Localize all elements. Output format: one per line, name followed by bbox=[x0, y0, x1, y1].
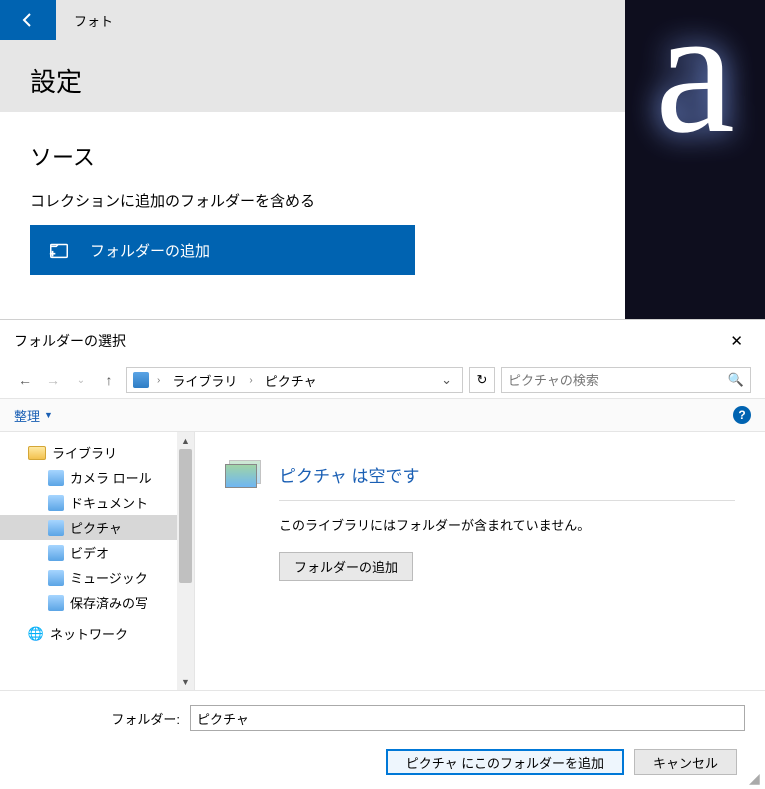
tree-item[interactable]: カメラ ロール bbox=[0, 465, 177, 490]
folder-name-row: フォルダー: bbox=[20, 705, 745, 731]
tree-label: ドキュメント bbox=[70, 493, 148, 512]
search-box[interactable]: 🔍 bbox=[501, 367, 751, 393]
tree-item-network[interactable]: 🌐 ネットワーク bbox=[0, 621, 177, 646]
search-input[interactable] bbox=[508, 373, 728, 388]
breadcrumb-item-root[interactable]: ライブラリ bbox=[168, 368, 241, 393]
desktop-background-fragment: a bbox=[625, 0, 765, 319]
tree-scrollbar[interactable]: ▲ ▼ bbox=[177, 432, 194, 690]
nav-up-button[interactable]: ↑ bbox=[98, 369, 120, 391]
select-folder-button[interactable]: ピクチャ にこのフォルダーを追加 bbox=[386, 749, 624, 775]
libraries-icon bbox=[28, 446, 46, 460]
tree-item[interactable]: ピクチャ bbox=[0, 515, 177, 540]
dialog-title: フォルダーの選択 bbox=[14, 331, 722, 351]
nav-forward-button[interactable]: → bbox=[42, 369, 64, 391]
content-pane: ピクチャ は空です このライブラリにはフォルダーが含まれていません。 フォルダー… bbox=[195, 432, 765, 690]
network-icon: 🌐 bbox=[28, 626, 44, 642]
decorative-glyph: a bbox=[655, 0, 735, 152]
add-folder-label: フォルダーの追加 bbox=[90, 240, 210, 261]
dialog-titlebar: フォルダーの選択 ✕ bbox=[0, 320, 765, 362]
divider bbox=[279, 500, 735, 501]
folder-plus-icon bbox=[48, 239, 70, 261]
pictures-icon bbox=[225, 460, 261, 488]
folder-picker-dialog: フォルダーの選択 ✕ ← → ⌄ ↑ › ライブラリ › ピクチャ ⌄ ↻ 🔍 … bbox=[0, 319, 765, 789]
arrow-left-icon bbox=[20, 12, 36, 28]
organize-menu[interactable]: 整理 ▼ bbox=[14, 406, 53, 425]
scroll-track[interactable] bbox=[177, 449, 194, 673]
dialog-buttons: ピクチャ にこのフォルダーを追加 キャンセル bbox=[20, 749, 745, 775]
dialog-navbar: ← → ⌄ ↑ › ライブラリ › ピクチャ ⌄ ↻ 🔍 bbox=[0, 362, 765, 398]
empty-title: ピクチャ は空です bbox=[279, 462, 420, 487]
help-button[interactable]: ? bbox=[733, 406, 751, 424]
cancel-button[interactable]: キャンセル bbox=[634, 749, 737, 775]
tree-label: ピクチャ bbox=[70, 518, 122, 537]
folder-name-input[interactable] bbox=[190, 705, 745, 731]
back-button[interactable] bbox=[0, 0, 56, 40]
library-icon bbox=[133, 372, 149, 388]
resize-grip[interactable]: ◢ bbox=[749, 773, 763, 787]
breadcrumb-dropdown[interactable]: ⌄ bbox=[437, 372, 456, 388]
tree-label: ビデオ bbox=[70, 543, 109, 562]
scroll-thumb[interactable] bbox=[179, 449, 192, 583]
dialog-close-button[interactable]: ✕ bbox=[722, 328, 751, 354]
folder-icon bbox=[48, 520, 64, 536]
empty-add-folder-button[interactable]: フォルダーの追加 bbox=[279, 552, 413, 581]
folder-icon bbox=[48, 595, 64, 611]
breadcrumb[interactable]: › ライブラリ › ピクチャ ⌄ bbox=[126, 367, 463, 393]
scroll-down-button[interactable]: ▼ bbox=[177, 673, 194, 690]
dialog-toolbar: 整理 ▼ ? bbox=[0, 398, 765, 432]
organize-label: 整理 bbox=[14, 406, 40, 425]
nav-recent-dropdown[interactable]: ⌄ bbox=[70, 369, 92, 391]
nav-back-button[interactable]: ← bbox=[14, 369, 36, 391]
tree-label: 保存済みの写 bbox=[70, 593, 148, 612]
dialog-main: ライブラリ カメラ ロールドキュメントピクチャビデオミュージック保存済みの写 🌐… bbox=[0, 432, 765, 691]
add-folder-button[interactable]: フォルダーの追加 bbox=[30, 225, 415, 275]
empty-message: このライブラリにはフォルダーが含まれていません。 bbox=[279, 515, 735, 534]
folder-icon bbox=[48, 495, 64, 511]
tree-item[interactable]: 保存済みの写 bbox=[0, 590, 177, 615]
tree-item[interactable]: ドキュメント bbox=[0, 490, 177, 515]
tree-item[interactable]: ビデオ bbox=[0, 540, 177, 565]
refresh-button[interactable]: ↻ bbox=[469, 367, 495, 393]
scroll-up-button[interactable]: ▲ bbox=[177, 432, 194, 449]
chevron-right-icon: › bbox=[245, 375, 256, 386]
tree-item[interactable]: ミュージック bbox=[0, 565, 177, 590]
tree-label: ライブラリ bbox=[52, 443, 117, 462]
dialog-footer: フォルダー: ピクチャ にこのフォルダーを追加 キャンセル bbox=[0, 691, 765, 789]
folder-tree[interactable]: ライブラリ カメラ ロールドキュメントピクチャビデオミュージック保存済みの写 🌐… bbox=[0, 432, 177, 690]
tree-item-libraries[interactable]: ライブラリ bbox=[0, 440, 177, 465]
caret-down-icon: ▼ bbox=[44, 410, 53, 420]
tree-panel: ライブラリ カメラ ロールドキュメントピクチャビデオミュージック保存済みの写 🌐… bbox=[0, 432, 195, 690]
chevron-right-icon: › bbox=[153, 375, 164, 386]
search-icon: 🔍 bbox=[728, 372, 744, 388]
folder-name-label: フォルダー: bbox=[20, 709, 180, 728]
breadcrumb-item-current[interactable]: ピクチャ bbox=[261, 368, 321, 393]
folder-icon bbox=[48, 470, 64, 486]
folder-icon bbox=[48, 545, 64, 561]
tree-label: ネットワーク bbox=[50, 624, 128, 643]
tree-label: カメラ ロール bbox=[70, 468, 152, 487]
app-title: フォト bbox=[56, 0, 627, 40]
folder-icon bbox=[48, 570, 64, 586]
tree-label: ミュージック bbox=[70, 568, 148, 587]
empty-state-header: ピクチャ は空です bbox=[225, 460, 735, 488]
